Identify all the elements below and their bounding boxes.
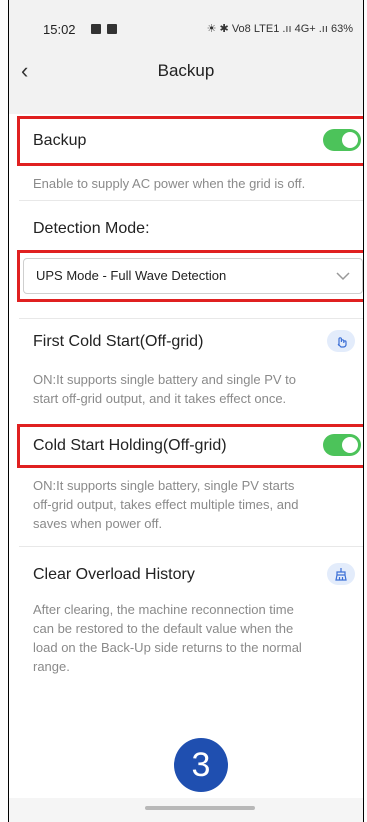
first-cold-start-description-2: start off-grid output, and it takes effe… — [33, 391, 287, 406]
cold-start-holding-label: Cold Start Holding(Off-grid) — [33, 437, 227, 454]
gallery-notification-icon — [91, 24, 101, 34]
app-frame: 15:02 ☀ ✱ Vo8 LTE1 .ıı 4G+ .ıı 63% ‹ Bac… — [8, 0, 364, 822]
clear-overload-description-1: After clearing, the machine reconnection… — [33, 602, 294, 617]
clear-overload-description-3: load on the Back-Up side returns to the … — [33, 640, 302, 655]
cold-start-holding-toggle[interactable] — [323, 434, 361, 456]
divider — [19, 318, 363, 319]
detection-mode-value: UPS Mode - Full Wave Detection — [36, 268, 227, 283]
first-cold-start-button[interactable] — [327, 330, 355, 352]
backup-toggle[interactable] — [323, 129, 361, 151]
clear-overload-description-2: can be restored to the default value whe… — [33, 621, 294, 636]
home-gesture-handle[interactable] — [145, 806, 255, 810]
broom-icon — [335, 568, 347, 581]
detection-mode-label: Detection Mode: — [33, 220, 150, 237]
clear-overload-label: Clear Overload History — [33, 566, 195, 583]
clear-overload-button[interactable] — [327, 563, 355, 585]
backup-description: Enable to supply AC power when the grid … — [33, 176, 306, 191]
clear-overload-description-4: range. — [33, 659, 70, 674]
tap-icon — [337, 337, 347, 348]
status-bar: 15:02 ☀ ✱ Vo8 LTE1 .ıı 4G+ .ıı 63% — [9, 0, 363, 50]
page-title: Backup — [157, 61, 215, 80]
first-cold-start-label: First Cold Start(Off-grid) — [33, 333, 204, 350]
divider — [19, 200, 363, 201]
app-bar: ‹ Backup — [9, 50, 363, 106]
status-indicators: ☀ ✱ Vo8 LTE1 .ıı 4G+ .ıı 63% — [206, 23, 353, 35]
divider — [19, 546, 363, 547]
status-time: 15:02 — [43, 22, 76, 37]
cold-start-holding-description-3: saves when power off. — [33, 516, 163, 531]
cold-start-holding-description-2: off-grid output, takes effect multiple t… — [33, 497, 299, 512]
header-gap — [9, 106, 363, 114]
backup-label: Backup — [33, 132, 87, 149]
navigation-bar — [9, 798, 363, 822]
first-cold-start-description-1: ON:It supports single battery and single… — [33, 372, 297, 387]
chevron-down-icon — [336, 272, 350, 281]
checkbox-notification-icon — [107, 24, 117, 34]
step-number-badge: 3 — [174, 738, 228, 792]
detection-mode-select[interactable]: UPS Mode - Full Wave Detection — [23, 258, 363, 294]
cold-start-holding-description-1: ON:It supports single battery, single PV… — [33, 478, 295, 493]
